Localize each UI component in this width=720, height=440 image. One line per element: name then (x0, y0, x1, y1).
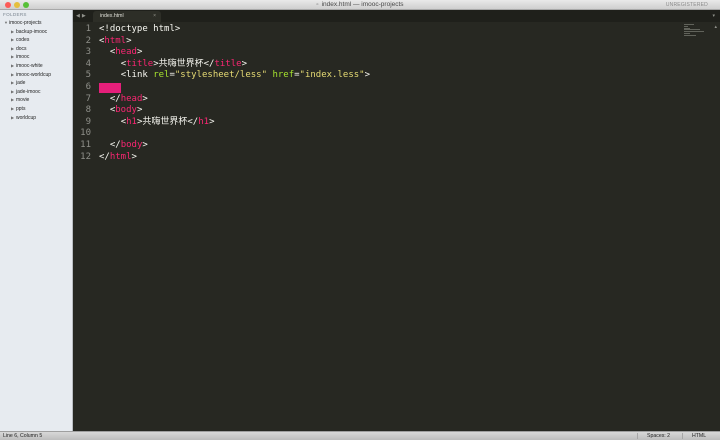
code-editor[interactable]: 1 2 3 4 5 6 7 8 9 10 11 12 <!doctype htm… (73, 22, 720, 431)
line-number: 12 (80, 151, 91, 162)
title-bar: ▫ index.html — imooc-projects UNREGISTERE… (0, 0, 720, 10)
folder-item[interactable]: ▶ worldcup (0, 114, 72, 123)
tab-navigation-arrows-icon[interactable]: ◀▶ (76, 10, 88, 22)
tab-label: index.html (100, 13, 124, 19)
code-line: </body> (109, 139, 148, 150)
folder-item[interactable]: ▶ imooc-white (0, 62, 72, 71)
line-number: 11 (80, 139, 91, 150)
line-number: 2 (85, 35, 91, 46)
code-line: </head> (109, 93, 148, 104)
code-line: <link rel="stylesheet/less" href="index.… (120, 70, 370, 81)
folder-item[interactable]: ▶ backup-imooc (0, 28, 72, 37)
line-number-gutter: 1 2 3 4 5 6 7 8 9 10 11 12 (73, 24, 91, 163)
code-line: <html> (99, 35, 132, 46)
disclosure-closed-icon: ▶ (11, 28, 15, 34)
cursor-position: Line 6, Column 5 (3, 433, 43, 439)
disclosure-closed-icon: ▶ (11, 37, 15, 43)
status-bar: Line 6, Column 5 Spaces: 2 HTML (0, 431, 720, 440)
code-line: <h1>共嗨世界杯</h1> (120, 116, 215, 127)
disclosure-closed-icon: ▶ (11, 105, 15, 111)
line-number: 3 (85, 47, 91, 58)
indentation-setting[interactable]: Spaces: 2 (647, 432, 670, 440)
minimap-line (684, 34, 696, 36)
folder-item[interactable]: ▶ imooc (0, 53, 72, 62)
line-number: 6 (85, 81, 91, 92)
status-divider (682, 433, 683, 439)
line-highlight (99, 82, 121, 93)
folder-item[interactable]: ▶ imooc-worldcup (0, 71, 72, 80)
document-icon: ▫ (316, 2, 319, 8)
tab-index-html[interactable]: index.html × (93, 11, 161, 22)
scroll-up-icon[interactable]: ▴ (714, 24, 717, 30)
folder-item[interactable]: ▶ movie (0, 96, 72, 105)
code-line: <head> (109, 47, 143, 58)
disclosure-closed-icon: ▶ (11, 62, 15, 68)
line-number: 10 (80, 128, 91, 139)
disclosure-closed-icon: ▶ (11, 71, 15, 77)
line-number: 5 (85, 70, 91, 81)
code-line: <title>共嗨世界杯</title> (120, 58, 247, 69)
line-number: 8 (85, 105, 91, 116)
tab-bar: ◀▶ index.html × ▾ (73, 10, 720, 22)
folder-item[interactable]: ▶ jade (0, 79, 72, 88)
tab-close-icon[interactable]: × (153, 11, 156, 22)
folder-item[interactable]: ▶ ppts (0, 105, 72, 114)
code-line: </html> (99, 151, 137, 162)
line-number: 7 (85, 93, 91, 104)
disclosure-closed-icon: ▶ (11, 80, 15, 86)
syntax-selector[interactable]: HTML (692, 432, 706, 440)
sidebar: FOLDERS ▼ imooc-projects ▶ backup-imooc ▶… (0, 10, 73, 431)
window-title: ▫ index.html — imooc-projects (316, 1, 404, 8)
disclosure-closed-icon: ▶ (11, 114, 15, 120)
code-line: <body> (109, 105, 143, 116)
status-divider (637, 433, 638, 439)
code-line-current (99, 82, 370, 94)
line-number: 1 (85, 24, 91, 34)
code-line: <!doctype html> (99, 24, 181, 34)
folders-header: FOLDERS (3, 12, 27, 17)
code-area[interactable]: <!doctype html> <html> <head> <title>共嗨世… (99, 24, 370, 163)
disclosure-open-icon: ▼ (4, 20, 8, 25)
folder-item[interactable]: ▶ codes (0, 36, 72, 45)
disclosure-closed-icon: ▶ (11, 97, 15, 103)
folder-item[interactable]: ▶ docs (0, 45, 72, 54)
line-number: 9 (85, 116, 91, 127)
disclosure-closed-icon: ▶ (11, 54, 15, 60)
unregistered-label: UNREGISTERED (665, 2, 708, 8)
folder-root[interactable]: ▼ imooc-projects (0, 19, 72, 28)
tab-dropdown-icon[interactable]: ▾ (712, 10, 715, 22)
folder-item[interactable]: ▶ jade-imooc (0, 88, 72, 97)
line-number: 4 (85, 58, 91, 69)
disclosure-closed-icon: ▶ (11, 88, 15, 94)
minimap[interactable] (684, 24, 706, 38)
disclosure-closed-icon: ▶ (11, 45, 15, 51)
